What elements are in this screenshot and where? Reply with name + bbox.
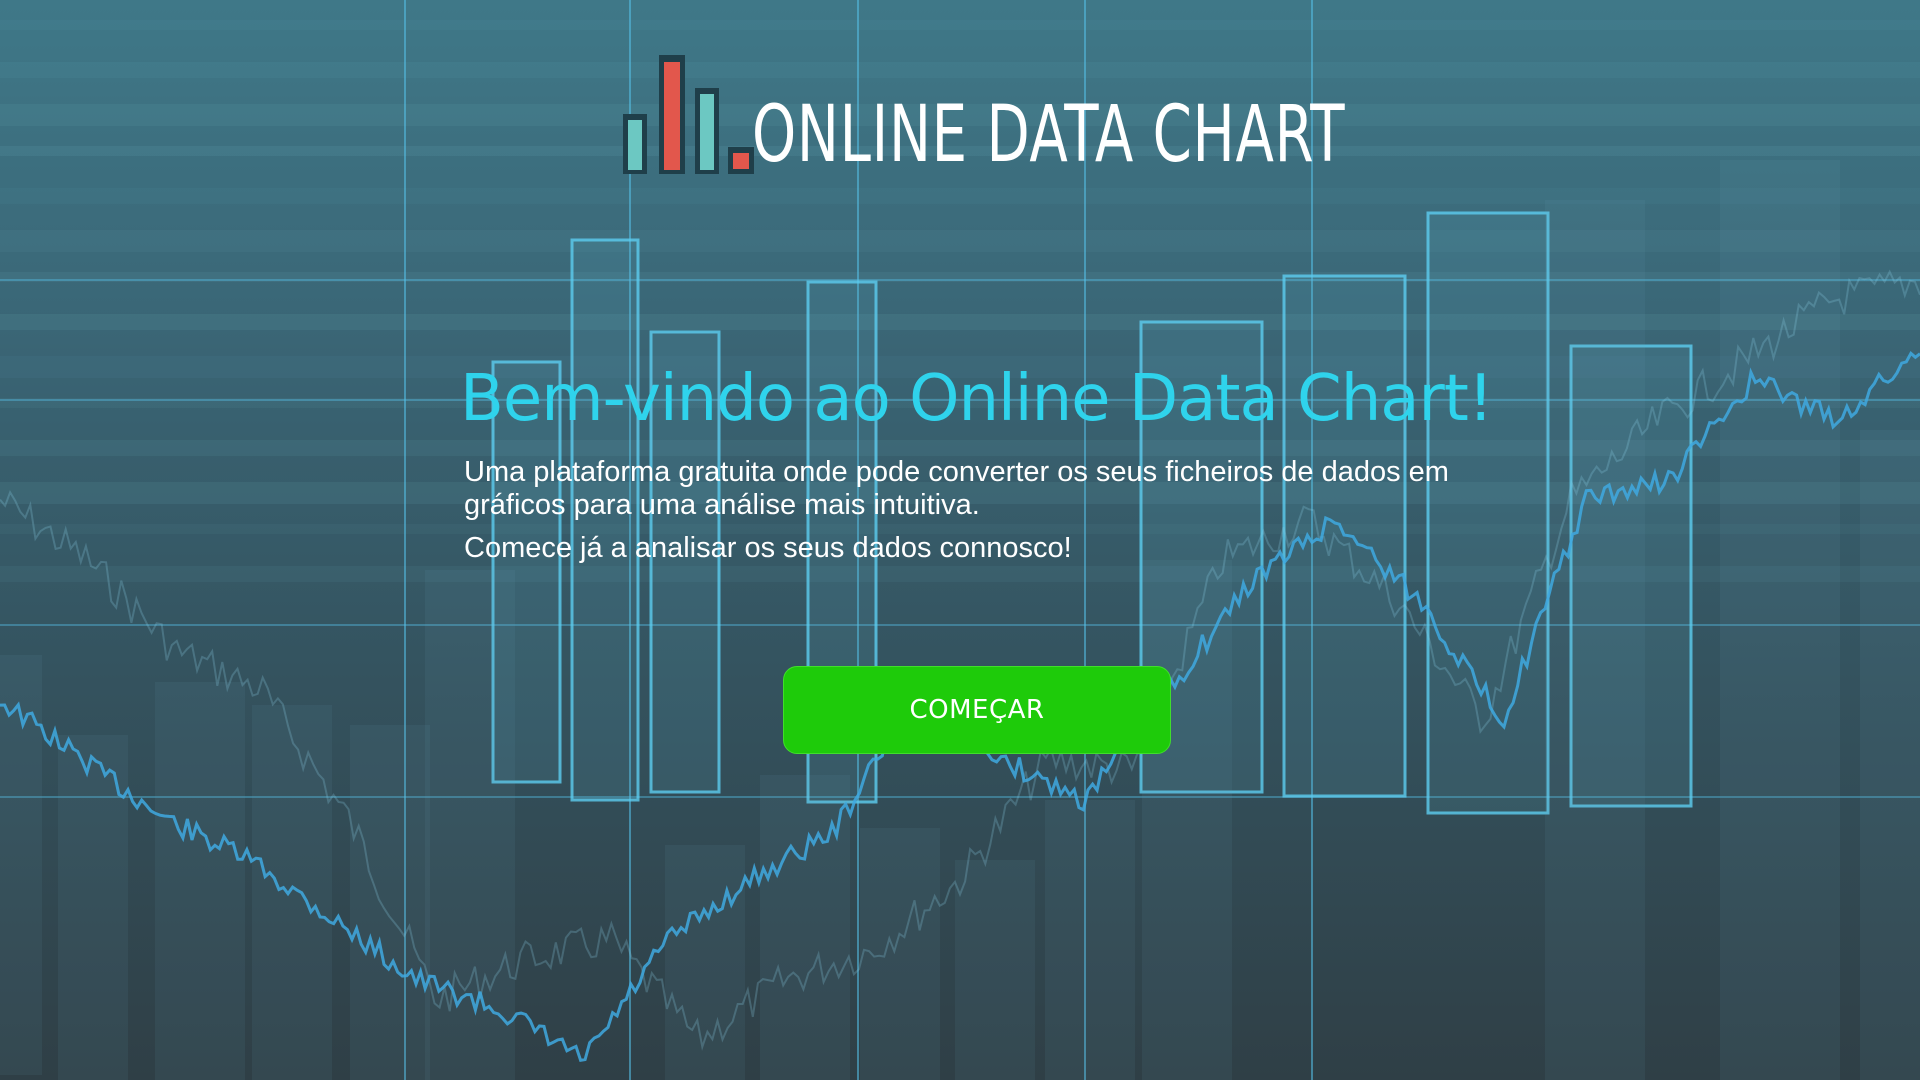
hero-subtitle: Uma plataforma gratuita onde pode conver… (464, 456, 1449, 521)
hero-title: Bem-vindo ao Online Data Chart! (460, 362, 1494, 436)
background-bars (0, 160, 1920, 1080)
bg-bar-faint (1045, 800, 1135, 1080)
bg-bar-faint (1860, 430, 1920, 1080)
logo: ONLINE DATA CHART (620, 48, 1576, 178)
bg-bar-faint (425, 570, 515, 1080)
bg-band (0, 20, 1920, 30)
bg-bar-faint (252, 705, 332, 1080)
bar-chart-icon (623, 55, 754, 174)
logo-text: ONLINE DATA CHART (752, 90, 1346, 180)
bg-bar-faint (1545, 200, 1645, 1080)
bg-bar-faint (760, 775, 850, 1080)
bg-bar-faint (955, 860, 1035, 1080)
hero-subtitle-secondary: Comece já a analisar os seus dados conno… (464, 532, 1072, 564)
bg-bar-faint (665, 845, 745, 1080)
bg-bar-faint (155, 682, 245, 1080)
start-button[interactable]: COMEÇAR (783, 666, 1171, 754)
bg-bar-faint (1720, 160, 1840, 1080)
bg-bar-faint (350, 725, 430, 1080)
hero-section: Bem-vindo ao Online Data Chart! Uma plat… (460, 362, 1500, 565)
